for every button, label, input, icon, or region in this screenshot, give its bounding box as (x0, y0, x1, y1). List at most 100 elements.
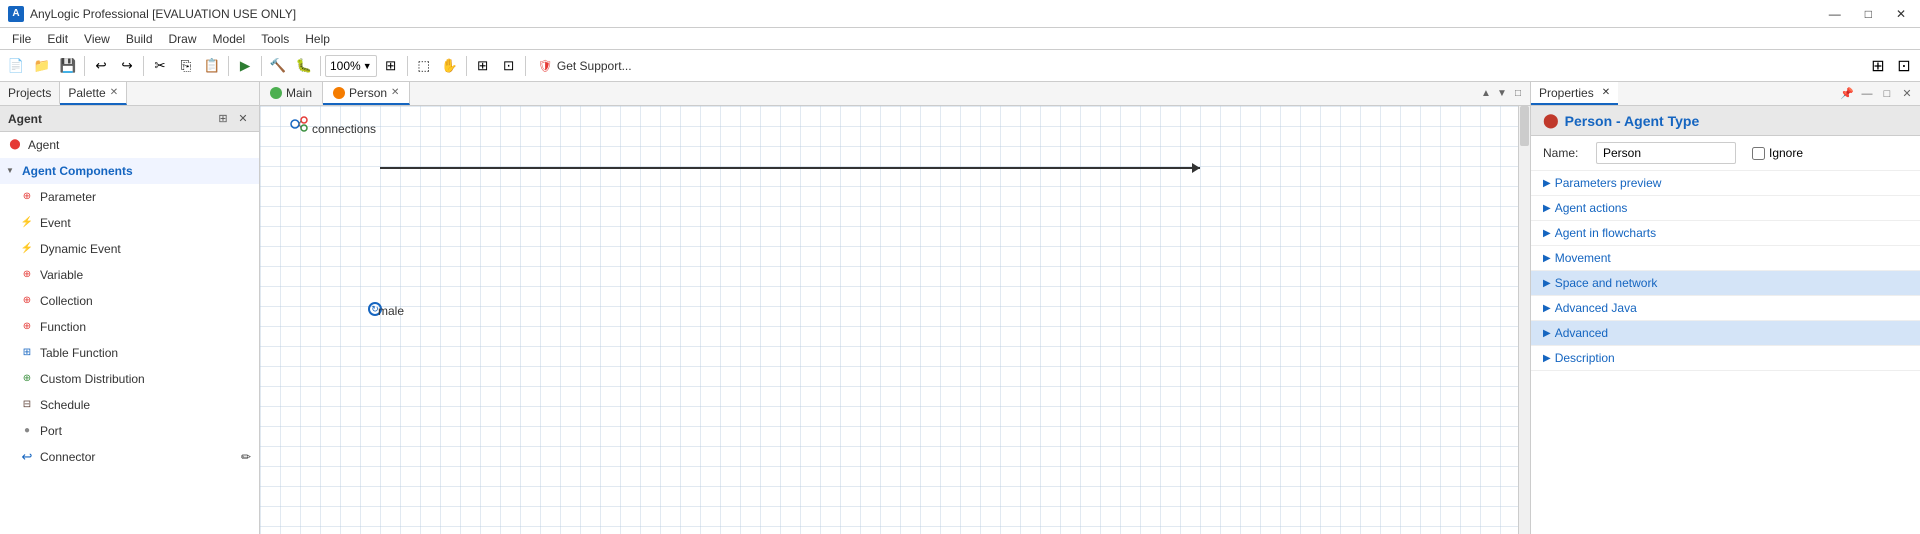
palette-icon-group: ⊞ ✕ (215, 111, 251, 127)
section-agent-flowcharts[interactable]: ▶ Agent in flowcharts (1531, 221, 1920, 246)
get-support-button[interactable]: 🛡 Get Support... (530, 57, 640, 75)
tab-palette[interactable]: Palette ✕ (60, 82, 127, 105)
properties-tab-close-icon[interactable]: ✕ (1602, 87, 1610, 98)
section-label-movement: Movement (1555, 251, 1611, 265)
menu-tools[interactable]: Tools (253, 30, 297, 48)
canvas-tab-person[interactable]: Person ✕ (323, 82, 410, 105)
canvas-grid[interactable]: connections ↻ male (260, 106, 1530, 534)
section-label-agent-components: Agent Components (22, 164, 133, 178)
palette-item-port[interactable]: ● Port (0, 418, 259, 444)
name-input[interactable] (1596, 142, 1736, 164)
menu-view[interactable]: View (76, 30, 118, 48)
canvas-scroll-down-btn[interactable]: ▼ (1494, 88, 1510, 99)
rp-close-btn[interactable]: ✕ (1898, 85, 1916, 103)
function-icon: ⊕ (20, 320, 34, 334)
tb-sep4 (261, 56, 262, 76)
rp-pin-btn[interactable]: 📌 (1838, 85, 1856, 103)
tb-debug[interactable]: 🐛 (292, 54, 316, 78)
palette-item-label-table-function: Table Function (40, 346, 118, 360)
right-panel-tabs: Properties ✕ 📌 — □ ✕ (1531, 82, 1920, 106)
title-bar-controls: — □ ✕ (1823, 5, 1912, 23)
canvas-vertical-scrollbar[interactable] (1518, 106, 1530, 534)
canvas-tab-close-icon[interactable]: ✕ (391, 87, 399, 98)
menu-model[interactable]: Model (205, 30, 254, 48)
section-movement[interactable]: ▶ Movement (1531, 246, 1920, 271)
tb-snap[interactable]: ⊡ (497, 54, 521, 78)
palette-tab-close[interactable]: ✕ (110, 87, 118, 98)
palette-item-function[interactable]: ⊕ Function (0, 314, 259, 340)
section-arrow-advanced-java: ▶ (1543, 303, 1551, 314)
canvas-scroll-controls: ▲ ▼ □ (1478, 82, 1530, 105)
palette-item-agent[interactable]: ⬤ Agent (0, 132, 259, 158)
menu-edit[interactable]: Edit (39, 30, 76, 48)
tb-select[interactable]: ⬚ (412, 54, 436, 78)
properties-tab[interactable]: Properties ✕ (1531, 82, 1618, 105)
palette-item-label-collection: Collection (40, 294, 93, 308)
tb-paste[interactable]: 📋 (200, 54, 224, 78)
menu-build[interactable]: Build (118, 30, 161, 48)
canvas-tabs: Main Person ✕ ▲ ▼ □ (260, 82, 1530, 106)
menu-file[interactable]: File (4, 30, 39, 48)
section-advanced-java[interactable]: ▶ Advanced Java (1531, 296, 1920, 321)
app-icon: A (8, 6, 24, 22)
props-header: ⬤ Person - Agent Type (1531, 106, 1920, 136)
close-button[interactable]: ✕ (1890, 5, 1912, 23)
palette-item-label-function: Function (40, 320, 86, 334)
palette-item-custom-dist[interactable]: ⊕ Custom Distribution (0, 366, 259, 392)
tab-projects[interactable]: Projects (0, 82, 60, 105)
canvas-arrow (380, 167, 1200, 169)
section-description[interactable]: ▶ Description (1531, 346, 1920, 371)
tb-save[interactable]: 💾 (56, 54, 80, 78)
palette-item-label-agent: Agent (28, 138, 59, 152)
title-bar: A AnyLogic Professional [EVALUATION USE … (0, 0, 1920, 28)
get-support-label: Get Support... (557, 59, 632, 73)
tb-zoom-fit[interactable]: ⊞ (379, 54, 403, 78)
rp-min-btn[interactable]: — (1858, 85, 1876, 103)
tb-sep1 (84, 56, 85, 76)
palette-title: Agent (8, 112, 42, 126)
section-label-advanced-java: Advanced Java (1555, 301, 1637, 315)
palette-grid-view[interactable]: ⊞ (215, 111, 231, 127)
palette-item-connector[interactable]: ↩ Connector ✏ (0, 444, 259, 470)
palette-item-variable[interactable]: ⊕ Variable (0, 262, 259, 288)
canvas-scroll-up-btn[interactable]: ▲ (1478, 88, 1494, 99)
palette-item-parameter[interactable]: ⊕ Parameter (0, 184, 259, 210)
zoom-control[interactable]: 100% ▼ (325, 55, 377, 77)
menu-draw[interactable]: Draw (161, 30, 205, 48)
tb-open[interactable]: 📁 (30, 54, 54, 78)
tb-redo[interactable]: ↪ (115, 54, 139, 78)
ignore-checkbox[interactable] (1752, 147, 1765, 160)
palette-item-label-port: Port (40, 424, 62, 438)
tb-undo[interactable]: ↩ (89, 54, 113, 78)
tb-run[interactable]: ▶ (233, 54, 257, 78)
tb-right2[interactable]: ⊡ (1892, 54, 1916, 78)
tb-hand[interactable]: ✋ (438, 54, 462, 78)
menu-help[interactable]: Help (297, 30, 338, 48)
tb-copy[interactable]: ⎘ (174, 54, 198, 78)
tb-new[interactable]: 📄 (4, 54, 28, 78)
palette-item-table-function[interactable]: ⊞ Table Function (0, 340, 259, 366)
tb-cut[interactable]: ✂ (148, 54, 172, 78)
canvas-collapse-btn[interactable]: □ (1510, 88, 1526, 99)
section-agent-actions[interactable]: ▶ Agent actions (1531, 196, 1920, 221)
maximize-button[interactable]: □ (1859, 5, 1878, 23)
tb-right1[interactable]: ⊞ (1866, 54, 1890, 78)
palette-section-agent-components[interactable]: ▼ Agent Components (0, 158, 259, 184)
minimize-button[interactable]: — (1823, 5, 1847, 23)
section-space-network[interactable]: ▶ Space and network (1531, 271, 1920, 296)
tb-grid[interactable]: ⊞ (471, 54, 495, 78)
section-params-preview[interactable]: ▶ Parameters preview (1531, 171, 1920, 196)
section-advanced[interactable]: ▶ Advanced (1531, 321, 1920, 346)
tb-build[interactable]: 🔨 (266, 54, 290, 78)
menu-bar: File Edit View Build Draw Model Tools He… (0, 28, 1920, 50)
zoom-dropdown-icon[interactable]: ▼ (363, 61, 372, 71)
palette-item-collection[interactable]: ⊕ Collection (0, 288, 259, 314)
canvas-tab-main[interactable]: Main (260, 82, 323, 105)
palette-close-btn[interactable]: ✕ (235, 111, 251, 127)
palette-item-dynamic-event[interactable]: ⚡ Dynamic Event (0, 236, 259, 262)
palette-item-event[interactable]: ⚡ Event (0, 210, 259, 236)
rp-max-btn[interactable]: □ (1878, 85, 1896, 103)
section-arrow-space-network: ▶ (1543, 278, 1551, 289)
palette-item-schedule[interactable]: ⊟ Schedule (0, 392, 259, 418)
canvas-scroll-thumb[interactable] (1520, 106, 1529, 146)
